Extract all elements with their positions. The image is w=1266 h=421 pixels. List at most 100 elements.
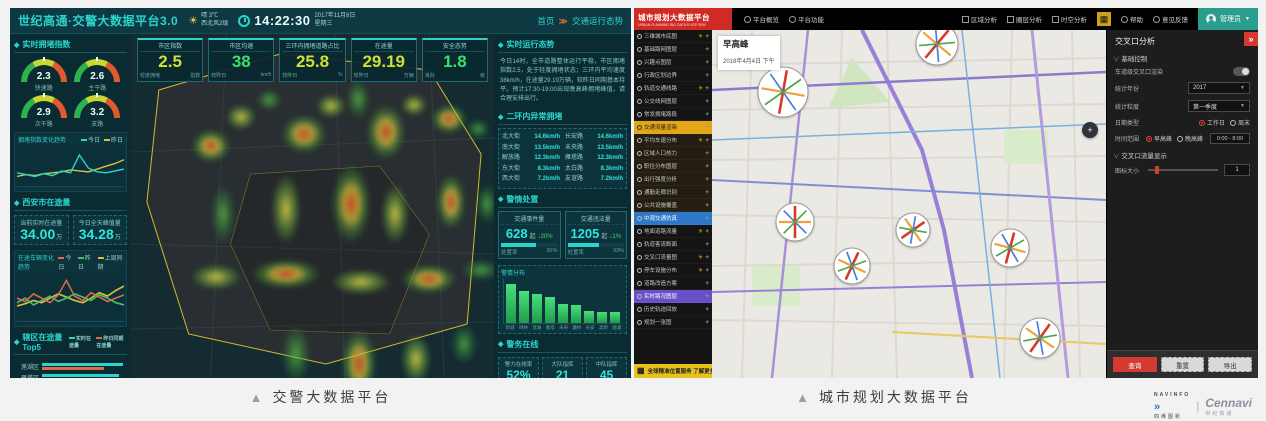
add-layer-icon[interactable]: + bbox=[705, 150, 709, 157]
style-sun-icon[interactable]: ☀ bbox=[698, 267, 703, 274]
layer-item[interactable]: 实时路况图层+ bbox=[634, 290, 712, 303]
timerange-radio[interactable]: 早高峰 bbox=[1146, 134, 1172, 143]
intersection-flow-circle[interactable] bbox=[775, 202, 815, 247]
layer-item[interactable]: 三维城市底图☀+ bbox=[634, 30, 712, 43]
topbar-item[interactable]: 平台功能 bbox=[789, 14, 824, 24]
layer-item[interactable]: 基础路网图层+ bbox=[634, 43, 712, 56]
section-basic-controls[interactable]: 基础控制 bbox=[1107, 50, 1258, 64]
topbar-help-item[interactable]: 意见反馈 bbox=[1153, 14, 1188, 24]
add-layer-icon[interactable]: + bbox=[705, 124, 709, 131]
layer-item[interactable]: 兴趣点图层+ bbox=[634, 56, 712, 69]
heat-blob bbox=[366, 104, 406, 160]
intersection-flow-circle[interactable] bbox=[990, 228, 1030, 273]
layer-dot-icon bbox=[637, 255, 642, 260]
add-layer-icon[interactable]: + bbox=[705, 98, 709, 105]
layer-item[interactable]: 轨道交通线路☀+ bbox=[634, 82, 712, 95]
export-button[interactable]: 导出 bbox=[1208, 357, 1252, 372]
add-layer-icon[interactable]: + bbox=[705, 241, 709, 248]
breadcrumb-home[interactable]: 首页 bbox=[537, 16, 554, 26]
layer-item[interactable]: 道路改造方案+ bbox=[634, 277, 712, 290]
sidebar-promo-bar[interactable]: ▦ 全球精准位置服务 了解更多 › bbox=[634, 364, 712, 378]
add-layer-icon[interactable]: + bbox=[705, 33, 709, 40]
add-layer-icon[interactable]: + bbox=[705, 111, 709, 118]
planning-map[interactable]: 早高峰 2018年4月4日 下午 + bbox=[712, 30, 1106, 378]
panel-onroad-header: ◆ 西安市在途量 bbox=[14, 195, 127, 211]
layer-item[interactable]: 交通流量渲染☀+ bbox=[634, 121, 712, 134]
query-button[interactable]: 查询 bbox=[1113, 357, 1157, 372]
style-sun-icon[interactable]: ☀ bbox=[698, 228, 703, 235]
add-layer-icon[interactable]: + bbox=[705, 202, 709, 209]
layer-item[interactable]: 公共设施覆盖+ bbox=[634, 199, 712, 212]
add-layer-icon[interactable]: + bbox=[705, 189, 709, 196]
layer-item[interactable]: 交叉口流量图☀+ bbox=[634, 251, 712, 264]
intersection-flow-circle[interactable] bbox=[1019, 317, 1061, 364]
layer-item[interactable]: 常发拥堵路段+ bbox=[634, 108, 712, 121]
add-layer-icon[interactable]: + bbox=[705, 228, 709, 235]
road-speed: 8.3km/h bbox=[601, 164, 623, 175]
topbar-analysis-item[interactable]: 时空分析 bbox=[1052, 14, 1087, 24]
layer-item[interactable]: 地面道路流量☀+ bbox=[634, 225, 712, 238]
layer-item[interactable]: 通勤走廊识别+ bbox=[634, 186, 712, 199]
add-layer-icon[interactable]: + bbox=[705, 85, 709, 92]
layer-item[interactable]: 区域人口热力+ bbox=[634, 147, 712, 160]
traffic-map[interactable]: 市区指数2.5轻度拥堵指数市区均速38较昨日km/h三环内拥堵道路占比25.8较… bbox=[131, 34, 494, 378]
layer-dot-icon bbox=[637, 203, 642, 208]
granularity-select[interactable]: 第一季度 ▼ bbox=[1188, 100, 1250, 112]
lane-render-toggle[interactable] bbox=[1233, 67, 1250, 76]
slider-handle[interactable] bbox=[1155, 166, 1159, 174]
add-layer-icon[interactable]: + bbox=[705, 46, 709, 53]
add-layer-icon[interactable]: + bbox=[705, 215, 709, 222]
layer-item[interactable]: 规划一张图+ bbox=[634, 316, 712, 329]
intersection-flow-circle[interactable] bbox=[833, 247, 871, 290]
breadcrumb[interactable]: 首页 ≫ 交通运行态势 bbox=[537, 15, 623, 27]
topbar-analysis-item[interactable]: 圈层分析 bbox=[1007, 14, 1042, 24]
onroad-box-unit: 万 bbox=[56, 235, 62, 241]
style-sun-icon[interactable]: ☀ bbox=[698, 124, 703, 131]
layer-item[interactable]: 出行强度分析+ bbox=[634, 173, 712, 186]
add-layer-icon[interactable]: + bbox=[705, 72, 709, 79]
layer-item[interactable]: 轨道客流断面+ bbox=[634, 238, 712, 251]
add-layer-icon[interactable]: + bbox=[705, 267, 709, 274]
section-flow-display[interactable]: 交叉口流量显示 bbox=[1107, 147, 1258, 161]
add-layer-icon[interactable]: + bbox=[705, 176, 709, 183]
layer-item[interactable]: 中观交通仿真+ bbox=[634, 212, 712, 225]
layer-item[interactable]: 公交线网图层+ bbox=[634, 95, 712, 108]
timerange-radio[interactable]: 晚高峰 bbox=[1177, 134, 1203, 143]
add-layer-icon[interactable]: + bbox=[705, 280, 709, 287]
layer-actions: ☀+ bbox=[698, 254, 709, 261]
datetype-radio[interactable]: 周末 bbox=[1230, 118, 1250, 127]
year-select[interactable]: 2017 ▼ bbox=[1188, 82, 1250, 94]
topbar-item[interactable]: 平台概览 bbox=[744, 14, 779, 24]
user-chip[interactable]: 管理员 ▼ bbox=[1198, 8, 1258, 30]
add-layer-icon[interactable]: + bbox=[705, 254, 709, 261]
timerange-input[interactable]: 0:00 - 8:00 bbox=[1210, 133, 1250, 144]
topbar-help-item[interactable]: 帮助 bbox=[1121, 14, 1143, 24]
add-layer-icon[interactable]: + bbox=[705, 306, 709, 313]
size-slider[interactable] bbox=[1148, 169, 1218, 171]
add-layer-icon[interactable]: + bbox=[705, 59, 709, 66]
layer-item[interactable]: 停车设施分布☀+ bbox=[634, 264, 712, 277]
add-layer-icon[interactable]: + bbox=[705, 319, 709, 326]
intersection-flow-circle[interactable] bbox=[757, 66, 809, 123]
add-layer-icon[interactable]: + bbox=[705, 163, 709, 170]
reset-button[interactable]: 重置 bbox=[1161, 357, 1205, 372]
size-input[interactable]: 1 bbox=[1224, 164, 1250, 176]
intersection-flow-circle[interactable] bbox=[895, 212, 931, 253]
map-time-chip: 早高峰 2018年4月4日 下午 bbox=[718, 36, 780, 70]
layer-item[interactable]: 行政区划边界+ bbox=[634, 69, 712, 82]
panel-collapse-button[interactable]: » bbox=[1244, 32, 1258, 46]
datetype-radio[interactable]: 工作日 bbox=[1199, 118, 1225, 127]
style-sun-icon[interactable]: ☀ bbox=[698, 254, 703, 261]
add-layer-icon[interactable]: + bbox=[705, 293, 709, 300]
style-sun-icon[interactable]: ☀ bbox=[698, 85, 703, 92]
topbar-analysis-item[interactable]: 区域分析 bbox=[962, 14, 997, 24]
layer-item[interactable]: 历史轨迹回放+ bbox=[634, 303, 712, 316]
style-sun-icon[interactable]: ☀ bbox=[698, 137, 703, 144]
layer-item[interactable]: 平均车速分布☀+ bbox=[634, 134, 712, 147]
add-layer-icon[interactable]: + bbox=[705, 137, 709, 144]
intersection-flow-circle[interactable] bbox=[915, 30, 959, 71]
style-sun-icon[interactable]: ☀ bbox=[698, 33, 703, 40]
layer-item[interactable]: 职住分布图层+ bbox=[634, 160, 712, 173]
locate-button[interactable]: + bbox=[1082, 122, 1098, 138]
grid-apps-icon[interactable]: ▦ bbox=[1097, 12, 1111, 26]
